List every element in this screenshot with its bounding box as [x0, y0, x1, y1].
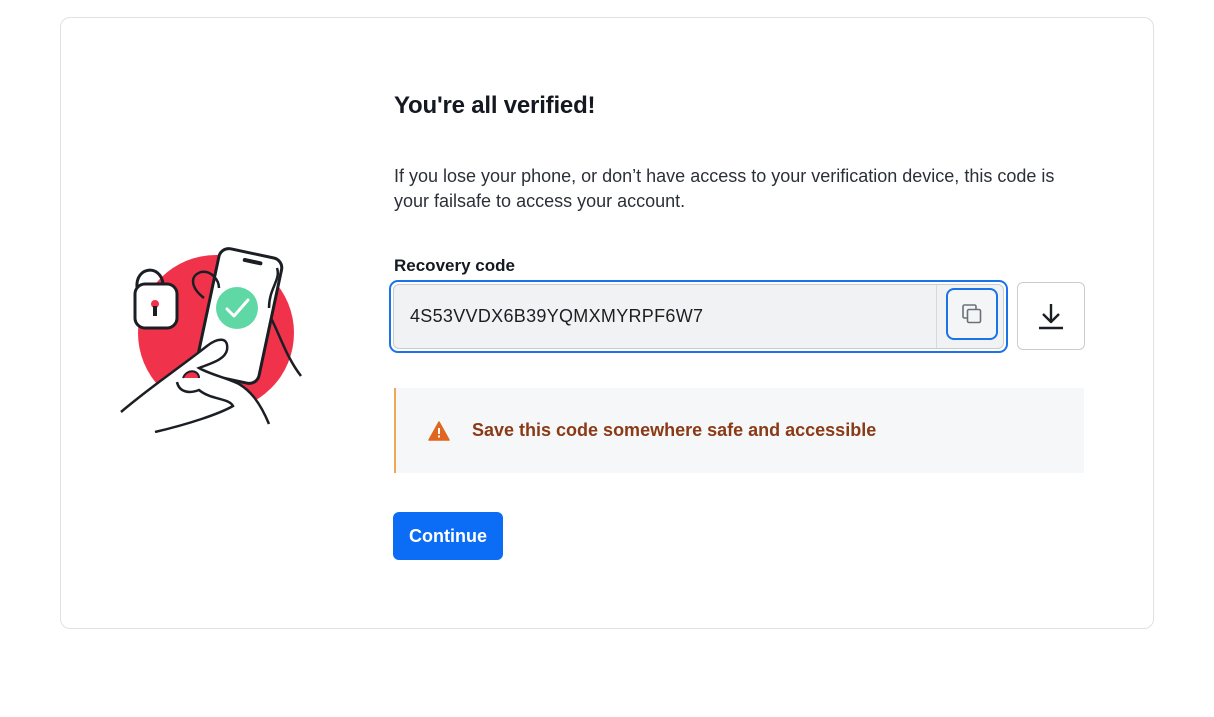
warning-icon	[428, 420, 450, 441]
continue-button[interactable]: Continue	[393, 512, 503, 560]
warning-alert: Save this code somewhere safe and access…	[394, 388, 1084, 473]
recovery-code-label: Recovery code	[394, 256, 515, 275]
copy-icon	[962, 304, 982, 324]
recovery-code-field[interactable]: 4S53VVDX6B39YQMXMYRPF6W7	[389, 280, 1008, 353]
download-icon	[1039, 304, 1063, 330]
page-description: If you lose your phone, or don’t have ac…	[394, 166, 1055, 211]
page-title: You're all verified!	[394, 92, 596, 119]
warning-text: Save this code somewhere safe and access…	[472, 420, 877, 440]
copy-divider	[936, 285, 937, 348]
download-button[interactable]	[1017, 282, 1085, 350]
recovery-code-value[interactable]: 4S53VVDX6B39YQMXMYRPF6W7	[410, 306, 703, 327]
copy-button[interactable]	[946, 288, 998, 340]
verification-card: You're all verified! If you lose your ph…	[60, 17, 1154, 629]
phone-security-illustration	[120, 247, 302, 433]
